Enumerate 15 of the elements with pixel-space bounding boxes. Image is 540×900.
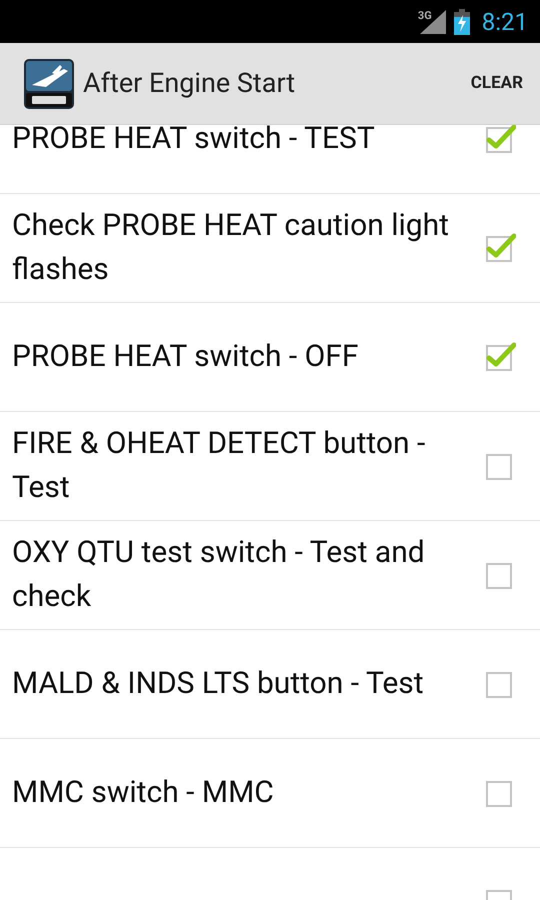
checked-checkbox[interactable] <box>484 125 516 155</box>
network-type: 3G <box>418 8 432 24</box>
checklist-item[interactable]: MMC switch - MMC <box>12 771 484 815</box>
signal-icon <box>420 10 446 34</box>
app-logo-icon[interactable] <box>24 58 74 108</box>
checklist-item[interactable]: MALD & INDS LTS button - Test <box>12 662 484 706</box>
battery-icon <box>454 8 470 34</box>
checklist-item[interactable]: OXY QTU test switch - Test and check <box>12 531 484 619</box>
checklist-item[interactable]: PROBE HEAT switch - TEST <box>12 125 484 161</box>
clock-time: 8:21 <box>482 6 528 38</box>
checklist-item[interactable]: FIRE & OHEAT DETECT button - Test <box>12 422 484 510</box>
checklist-item[interactable]: PROBE HEAT switch - OFF <box>12 335 484 379</box>
screen-title: After Engine Start <box>83 66 296 102</box>
checklist-item[interactable]: Check PROBE HEAT caution light flashes <box>12 204 484 292</box>
clear-button[interactable]: CLEAR <box>470 70 523 96</box>
